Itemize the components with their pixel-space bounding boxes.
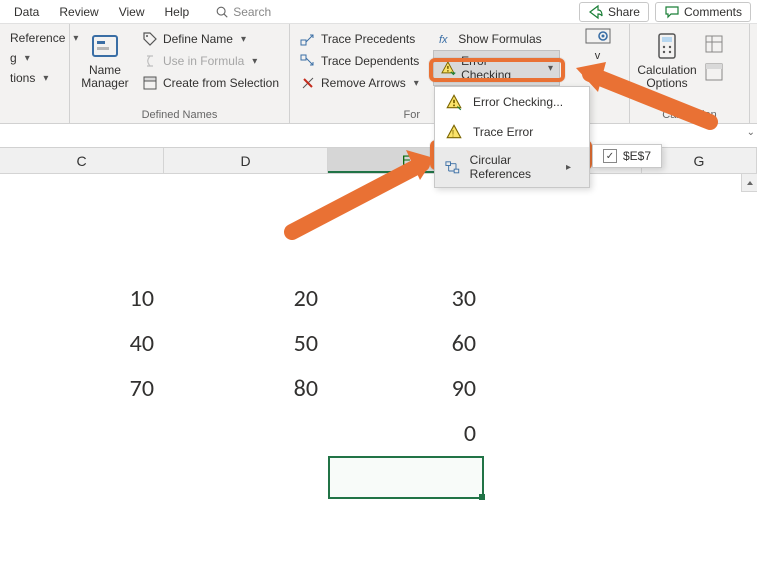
create-from-selection-icon	[142, 75, 158, 91]
comment-icon	[664, 4, 680, 20]
cell-value[interactable]: 90	[328, 366, 486, 411]
show-formulas-icon: fx	[437, 31, 453, 47]
search-box[interactable]: Search	[215, 5, 271, 19]
name-manager-icon	[89, 30, 121, 62]
chevron-right-icon: ▸	[566, 162, 571, 173]
calculation-group-label: Calculation	[636, 107, 743, 121]
error-checking-menu-item[interactable]: Error Checking...	[435, 87, 589, 117]
trace-error-menu-item[interactable]: ! Trace Error	[435, 117, 589, 147]
cell-value[interactable]: 50	[164, 321, 328, 366]
cell-value[interactable]: 20	[164, 276, 328, 321]
search-placeholder: Search	[233, 5, 271, 19]
search-icon	[215, 5, 229, 19]
g-button[interactable]: g▾	[6, 48, 63, 68]
error-checking-item-icon	[445, 93, 463, 111]
circular-refs-icon	[445, 158, 460, 176]
circular-refs-submenu: ✓ $E$7	[592, 144, 662, 168]
share-icon	[588, 4, 604, 20]
submenu-checkbox[interactable]: ✓	[603, 149, 617, 163]
submenu-cell-ref[interactable]: $E$7	[623, 149, 651, 163]
tab-help[interactable]: Help	[155, 2, 200, 22]
formula-bar-expand-icon[interactable]: ⌄	[747, 127, 755, 138]
trace-precedents-icon	[300, 31, 316, 47]
cell-value[interactable]: 0	[328, 411, 486, 456]
cell-value[interactable]: 30	[328, 276, 486, 321]
cell-value[interactable]: 80	[164, 366, 328, 411]
name-manager-button[interactable]: Name Manager	[76, 28, 134, 107]
comments-button[interactable]: Comments	[655, 2, 751, 22]
reference-button[interactable]: Reference▾	[6, 28, 63, 48]
trace-dependents-button[interactable]: Trace Dependents	[296, 50, 423, 72]
error-checking-icon	[440, 60, 456, 76]
menu-tab-bar: Data Review View Help Search Share Comme…	[0, 0, 757, 24]
formula-icon	[142, 53, 158, 69]
trace-dependents-icon	[300, 53, 316, 69]
use-in-formula-button: Use in Formula▾	[138, 50, 283, 72]
tab-data[interactable]: Data	[4, 2, 49, 22]
cell-value[interactable]: 70	[0, 366, 164, 411]
ribbon: Reference▾ g▾ tions▾ Name Manager Define…	[0, 24, 757, 124]
spreadsheet-grid[interactable]: 102030 405060 7080900	[0, 174, 757, 562]
calc-sheet-icon[interactable]	[704, 62, 724, 82]
active-cell-selection	[328, 456, 484, 499]
tab-view[interactable]: View	[109, 2, 155, 22]
cell-value[interactable]: 40	[0, 321, 164, 366]
error-checking-button[interactable]: Error Checking▾	[433, 50, 560, 86]
cell-value[interactable]: 60	[328, 321, 486, 366]
calculator-icon	[651, 30, 683, 62]
tab-review[interactable]: Review	[49, 2, 108, 22]
defined-names-group-label: Defined Names	[76, 107, 283, 121]
circular-references-menu-item[interactable]: Circular References ▸	[435, 147, 589, 187]
show-formulas-button[interactable]: fx Show Formulas	[433, 28, 560, 50]
scroll-up-button[interactable]	[741, 174, 757, 192]
calculation-options-button[interactable]: Calculation Options	[636, 28, 698, 107]
tions-button[interactable]: tions▾	[6, 68, 63, 88]
create-from-selection-button[interactable]: Create from Selection	[138, 72, 283, 94]
error-checking-dropdown: Error Checking... ! Trace Error Circular…	[434, 86, 590, 188]
svg-text:fx: fx	[439, 34, 448, 46]
trace-precedents-button[interactable]: Trace Precedents	[296, 28, 423, 50]
svg-text:!: !	[452, 129, 455, 139]
tag-icon	[142, 31, 158, 47]
calc-now-icon[interactable]	[704, 34, 724, 54]
share-button[interactable]: Share	[579, 2, 649, 22]
watch-window-icon[interactable]	[585, 28, 611, 46]
remove-arrows-icon	[300, 75, 316, 91]
define-name-button[interactable]: Define Name▾	[138, 28, 283, 50]
v-label: v	[595, 50, 601, 62]
trace-error-icon: !	[445, 123, 463, 141]
cell-value[interactable]: 10	[0, 276, 164, 321]
column-header-c[interactable]: C	[0, 148, 164, 173]
column-header-d[interactable]: D	[164, 148, 328, 173]
remove-arrows-button[interactable]: Remove Arrows▾	[296, 72, 423, 94]
